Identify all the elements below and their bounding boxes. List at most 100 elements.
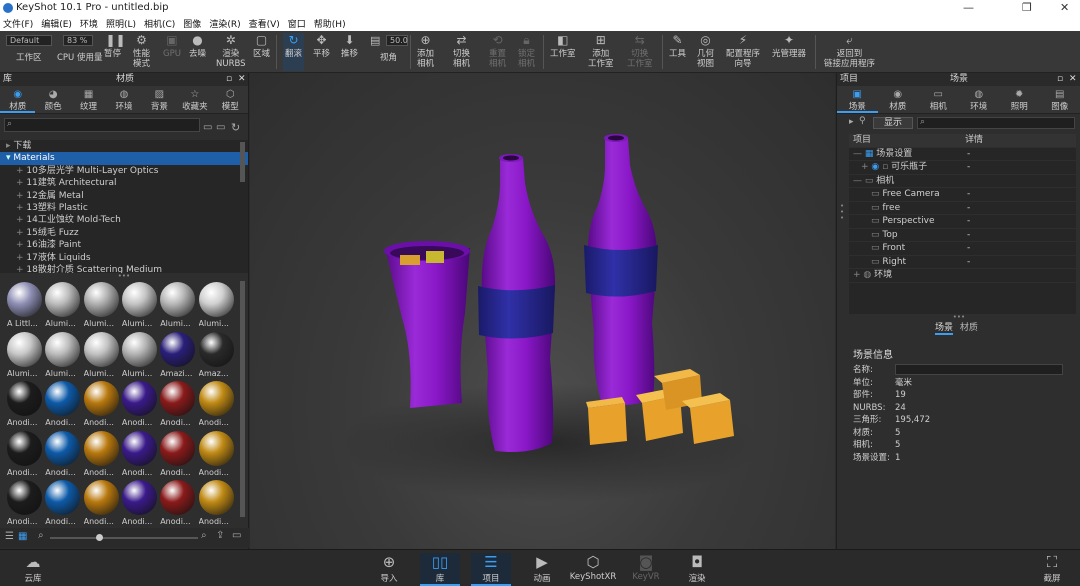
add-camera-button[interactable]: ⊕ 添加 相机	[417, 33, 434, 69]
tree-scrollbar[interactable]	[240, 142, 245, 182]
tab-image[interactable]: ▤ 图像	[1040, 86, 1080, 113]
tab-materials[interactable]: ◉ 材质	[0, 86, 36, 113]
material-thumbnail[interactable]: Anodi...	[121, 430, 158, 477]
gpu-button[interactable]: ▣ GPU	[163, 33, 181, 59]
subtab-scene[interactable]: 场景	[935, 323, 954, 335]
close-icon[interactable]: ✕	[1060, 1, 1069, 14]
material-thumbnail[interactable]: Anodi...	[83, 430, 120, 477]
show-dropdown[interactable]: 显示	[873, 117, 913, 129]
material-thumbnail[interactable]: Anodi...	[198, 380, 235, 427]
lock-camera-button[interactable]: 🔒︎ 锁定 相机	[518, 33, 535, 69]
material-thumbnail[interactable]: Alumi...	[44, 281, 81, 328]
slider-handle[interactable]	[96, 534, 103, 541]
subtab-material[interactable]: 材质	[960, 323, 978, 333]
import-folder-icon[interactable]: ▭	[232, 530, 241, 541]
material-thumbnail[interactable]: Anodi...	[83, 479, 120, 526]
menu-lighting[interactable]: 照明(L)	[106, 17, 136, 30]
tab-camera[interactable]: ▭ 相机	[918, 86, 959, 113]
scene-row-cameras[interactable]: — ▭ 相机	[849, 175, 1076, 188]
tab-lighting[interactable]: ✹ 照明	[999, 86, 1040, 113]
pan-button[interactable]: ✥ 平移	[313, 33, 330, 59]
hierarchy-icon[interactable]: ⚲	[859, 116, 866, 126]
pause-button[interactable]: ❚❚ 暂停	[104, 33, 126, 59]
material-thumbnail[interactable]: Anodi...	[159, 380, 196, 427]
scene-row-camera[interactable]: ▭ Perspective -	[849, 215, 1076, 229]
material-thumbnail[interactable]: Anodi...	[159, 430, 196, 477]
cloud-library-button[interactable]: ☁ 云库	[13, 553, 53, 584]
scene-row-settings[interactable]: — ▦ 场景设置 -	[849, 148, 1076, 161]
tools-button[interactable]: ✎ 工具	[669, 33, 686, 59]
material-thumbnail[interactable]: Alumi...	[83, 331, 120, 378]
material-thumbnail[interactable]: A Littl...	[6, 281, 43, 328]
tree-item[interactable]: + 10多层光学 Multi-Layer Optics	[0, 165, 248, 177]
configurator-wizard-button[interactable]: ⚡ 配置程序 向导	[726, 33, 760, 69]
expand-icon[interactable]: ▸	[849, 117, 854, 127]
folder-add-icon[interactable]: ▭	[216, 122, 225, 133]
material-thumbnail[interactable]: Anodi...	[6, 430, 43, 477]
scene-name-field[interactable]	[895, 364, 1063, 375]
material-thumbnail[interactable]: Alumi...	[121, 331, 158, 378]
tree-item[interactable]: + 11建筑 Architectural	[0, 177, 248, 189]
menu-image[interactable]: 图像	[183, 17, 201, 30]
geometry-view-button[interactable]: ◎ 几何 视图	[697, 33, 714, 69]
tree-item[interactable]: + 18散射介质 Scattering Medium	[0, 264, 248, 273]
reset-camera-button[interactable]: ⟲ 重置 相机	[489, 33, 506, 69]
material-thumbnail[interactable]: Anodi...	[83, 380, 120, 427]
render-nurbs-button[interactable]: ✲ 渲染 NURBS	[216, 33, 246, 69]
tab-material[interactable]: ◉ 材质	[878, 86, 919, 113]
tab-models[interactable]: ⬡ 模型	[213, 86, 248, 113]
add-studio-button[interactable]: ⊞ 添加 工作室	[588, 33, 614, 69]
refresh-icon[interactable]: ↻	[231, 121, 240, 134]
tab-environments[interactable]: ◍ 环境	[106, 86, 141, 113]
material-thumbnail[interactable]: Anodi...	[198, 430, 235, 477]
tree-item[interactable]: + 13塑料 Plastic	[0, 202, 248, 214]
material-thumbnail[interactable]: Alumi...	[159, 281, 196, 328]
scene-row-camera[interactable]: ▭ free -	[849, 202, 1076, 215]
grid-view-icon[interactable]: ▦	[18, 531, 27, 542]
workspace-select[interactable]: Default	[6, 35, 52, 46]
render-viewport[interactable]	[250, 73, 835, 549]
menu-render[interactable]: 渲染(R)	[209, 17, 240, 30]
tab-textures[interactable]: ▦ 纹理	[71, 86, 106, 113]
tree-item-download[interactable]: ▸ 下载	[0, 140, 248, 152]
scene-row-camera[interactable]: ▭ Right -	[849, 256, 1076, 269]
material-thumbnail[interactable]: Amaz...	[198, 331, 235, 378]
material-thumbnail[interactable]: Alumi...	[6, 331, 43, 378]
performance-mode-button[interactable]: ⚙ 性能 模式	[133, 33, 150, 69]
studio-button[interactable]: ◧ 工作室	[550, 33, 576, 59]
tree-item[interactable]: + 12金属 Metal	[0, 190, 248, 202]
menu-file[interactable]: 文件(F)	[3, 17, 33, 30]
keyshotxr-button[interactable]: ⬡ KeyShotXR	[568, 553, 618, 582]
zoom-out-icon[interactable]: ⌕	[38, 530, 44, 541]
zoom-in-icon[interactable]: ⌕	[201, 530, 207, 541]
material-thumbnail[interactable]: Anodi...	[159, 479, 196, 526]
library-button[interactable]: ▯▯ 库	[420, 553, 460, 586]
menu-view[interactable]: 查看(V)	[249, 17, 280, 30]
menu-help[interactable]: 帮助(H)	[314, 17, 346, 30]
close-panel-icon[interactable]: ✕	[238, 73, 246, 86]
denoise-button[interactable]: ● 去噪	[189, 33, 206, 59]
close-panel-icon[interactable]: ✕	[1069, 73, 1077, 86]
minimize-icon[interactable]: —	[963, 1, 974, 14]
tree-item[interactable]: + 14工业蚀纹 Mold-Tech	[0, 214, 248, 226]
list-view-icon[interactable]: ☰	[5, 531, 14, 542]
folder-icon[interactable]: ▭	[203, 122, 212, 133]
material-thumbnail[interactable]: Amazi...	[159, 331, 196, 378]
scene-row-environment[interactable]: + ◍ 环境	[849, 269, 1076, 283]
library-search-input[interactable]: ⌕	[4, 118, 200, 132]
switch-camera-button[interactable]: ⇄ 切换 相机	[453, 33, 470, 69]
project-button[interactable]: ☰ 项目	[471, 553, 511, 586]
keyvr-button[interactable]: ◙ KeyVR	[626, 553, 666, 582]
scene-row-camera[interactable]: ▭ Free Camera -	[849, 188, 1076, 202]
material-thumbnail[interactable]: Alumi...	[83, 281, 120, 328]
tree-item[interactable]: + 15绒毛 Fuzz	[0, 227, 248, 239]
animation-button[interactable]: ▶ 动画	[522, 553, 562, 584]
menu-camera[interactable]: 相机(C)	[144, 17, 175, 30]
import-button[interactable]: ⊕ 导入	[369, 553, 409, 584]
maximize-icon[interactable]: ❐	[1022, 1, 1032, 14]
material-thumbnail[interactable]: Anodi...	[121, 380, 158, 427]
float-icon[interactable]: ▫	[226, 73, 232, 86]
cpu-usage-field[interactable]: 83 %	[63, 35, 93, 46]
scene-row-model[interactable]: + ◉ ▫ 可乐瓶子 -	[849, 161, 1076, 175]
material-thumbnail[interactable]: Anodi...	[6, 479, 43, 526]
